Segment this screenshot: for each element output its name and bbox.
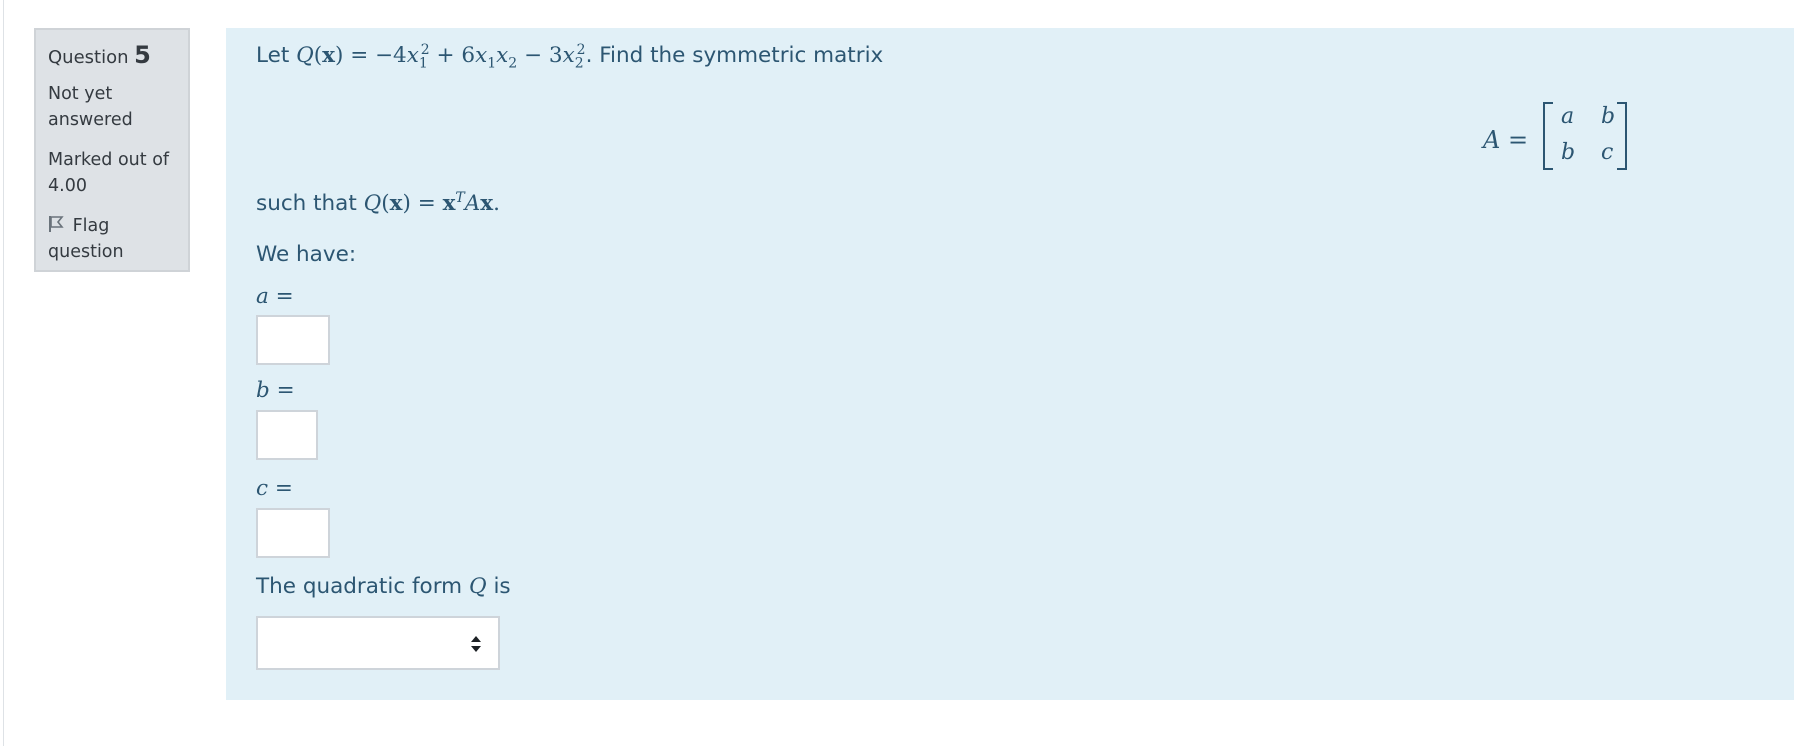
intro-suffix: . Find the symmetric matrix [585, 43, 884, 69]
quadratic-form-formula: Q(x) = −4x12 + 6x1x2 − 3x22 [296, 42, 586, 72]
b-label: b = [256, 378, 295, 403]
matrix-cell: b [1601, 104, 1616, 129]
question-grade: Marked out of 4.00 [48, 150, 170, 196]
matrix-lhs: A = [1483, 126, 1529, 154]
question-info-panel: Question 5 Not yet answered Marked out o… [34, 28, 190, 272]
question-formulation: Let Q(x) = −4x12 + 6x1x2 − 3x22. Find th… [226, 28, 1794, 700]
q-symbol: Q [468, 574, 487, 599]
question-number: 5 [134, 41, 151, 69]
matrix-cell: b [1561, 140, 1576, 165]
such-that-line: such that Q(x) = xTAx. [256, 190, 500, 216]
quadratic-form-prompt: The quadratic form Q is [256, 574, 511, 599]
page-left-border [3, 0, 4, 746]
matrix-form-formula: Q(x) = xTAx. [363, 190, 500, 217]
flag-icon [49, 216, 64, 232]
such-that-text: such that [256, 191, 357, 217]
b-answer-input[interactable] [256, 410, 318, 460]
matrix-cell: c [1601, 140, 1614, 165]
matrix-cell: a [1561, 104, 1575, 129]
quadratic-form-suffix: is [493, 574, 511, 599]
question-state: Not yet answered [48, 84, 133, 130]
quadratic-form-text: The quadratic form [256, 574, 463, 599]
quadratic-form-select[interactable] [256, 616, 500, 670]
a-label: a = [256, 284, 294, 309]
question-label: Question [48, 47, 129, 68]
c-answer-input[interactable] [256, 508, 330, 558]
intro-text: Let [256, 43, 290, 69]
c-label: c = [256, 476, 293, 501]
a-answer-input[interactable] [256, 315, 330, 365]
select-arrows-icon [471, 636, 481, 652]
flag-question-link[interactable]: Flag question [48, 213, 176, 265]
matrix-left-bracket [1543, 102, 1553, 170]
we-have-text: We have: [256, 242, 357, 267]
question-intro: Let Q(x) = −4x12 + 6x1x2 − 3x22. Find th… [256, 42, 883, 71]
question-heading: Question 5 [48, 38, 176, 75]
matrix-right-bracket [1617, 102, 1627, 170]
matrix-bracket-group: a b b c [1543, 100, 1627, 170]
